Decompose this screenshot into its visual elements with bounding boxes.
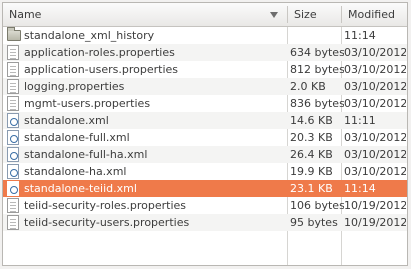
file-modified: 10/19/2012 (344, 199, 406, 212)
file-size (290, 27, 344, 44)
column-header-size[interactable]: Size (288, 3, 341, 26)
file-name: standalone-teiid.xml (24, 182, 137, 195)
text-file-icon (7, 45, 19, 60)
column-header: Name Size Modified (3, 3, 407, 27)
file-size: 634 bytes (290, 46, 344, 59)
file-modified: 03/10/2012 (344, 165, 406, 178)
file-name: standalone-full.xml (24, 131, 130, 144)
file-name: standalone_xml_history (24, 29, 155, 42)
file-modified: 03/10/2012 (344, 46, 406, 59)
file-row[interactable]: teiid-security-users.properties 95 bytes 1… (3, 214, 407, 231)
file-modified: 03/10/2012 (344, 97, 406, 110)
column-header-name[interactable]: Name (3, 3, 287, 26)
file-name: application-users.properties (24, 63, 178, 76)
file-name: teiid-security-roles.properties (24, 199, 187, 212)
file-row[interactable]: standalone_xml_history 11:14 (3, 27, 407, 44)
file-name: standalone-ha.xml (24, 165, 127, 178)
file-row[interactable]: standalone.xml 14.6 KB 11:11 (3, 112, 407, 129)
file-row[interactable]: teiid-security-roles.properties 106 bytes… (3, 197, 407, 214)
file-name: logging.properties (24, 80, 125, 93)
file-row[interactable]: mgmt-users.properties 836 bytes 03/10/2012 (3, 95, 407, 112)
xml-file-icon (7, 113, 19, 128)
text-file-icon (7, 198, 19, 213)
file-modified: 03/10/2012 (344, 148, 406, 161)
file-row[interactable]: standalone-ha.xml 19.9 KB 03/10/2012 (3, 163, 407, 180)
file-row[interactable]: application-roles.properties 634 bytes 03/… (3, 44, 407, 61)
file-size: 23.1 KB (290, 182, 333, 195)
file-size: 14.6 KB (290, 114, 333, 127)
text-file-icon (7, 215, 19, 230)
column-size-label: Size (294, 8, 317, 21)
text-file-icon (7, 79, 19, 94)
file-rows: standalone_xml_history 11:14 application-r… (3, 27, 407, 231)
file-row-selected[interactable]: standalone-teiid.xml 23.1 KB 11:14 (3, 180, 407, 197)
file-row[interactable]: standalone-full.xml 20.3 KB 03/10/2012 (3, 129, 407, 146)
file-name: application-roles.properties (24, 46, 175, 59)
column-header-modified[interactable]: Modified (342, 3, 407, 26)
file-modified: 11:14 (344, 29, 376, 42)
file-modified: 11:14 (344, 182, 376, 195)
xml-file-icon (7, 130, 19, 145)
file-modified: 03/10/2012 (344, 80, 406, 93)
sort-descending-icon (270, 12, 278, 18)
file-list-view: Name Size Modified standalone_xml_histor… (2, 2, 408, 266)
file-row[interactable]: standalone-full-ha.xml 26.4 KB 03/10/2012 (3, 146, 407, 163)
file-name: standalone-full-ha.xml (24, 148, 148, 161)
file-size: 2.0 KB (290, 80, 326, 93)
column-modified-label: Modified (348, 8, 395, 21)
xml-file-icon (7, 164, 19, 179)
file-size: 26.4 KB (290, 148, 333, 161)
file-modified: 10/19/2012 (344, 216, 406, 229)
file-size: 95 bytes (290, 216, 338, 229)
file-modified: 11:11 (344, 114, 376, 127)
file-size: 812 bytes (290, 63, 344, 76)
file-size: 19.9 KB (290, 165, 333, 178)
file-modified: 03/10/2012 (344, 63, 406, 76)
text-file-icon (7, 62, 19, 77)
file-size: 106 bytes (290, 199, 344, 212)
file-name: standalone.xml (24, 114, 109, 127)
xml-file-icon (7, 147, 19, 162)
file-size: 20.3 KB (290, 131, 333, 144)
folder-icon (7, 27, 21, 41)
file-row[interactable]: application-users.properties 812 bytes 03/… (3, 61, 407, 78)
file-size: 836 bytes (290, 97, 344, 110)
file-modified: 03/10/2012 (344, 131, 406, 144)
text-file-icon (7, 96, 19, 111)
xml-file-icon (7, 181, 19, 196)
file-name: mgmt-users.properties (24, 97, 151, 110)
file-name: teiid-security-users.properties (24, 216, 190, 229)
column-name-label: Name (9, 8, 42, 21)
file-row[interactable]: logging.properties 2.0 KB 03/10/2012 (3, 78, 407, 95)
